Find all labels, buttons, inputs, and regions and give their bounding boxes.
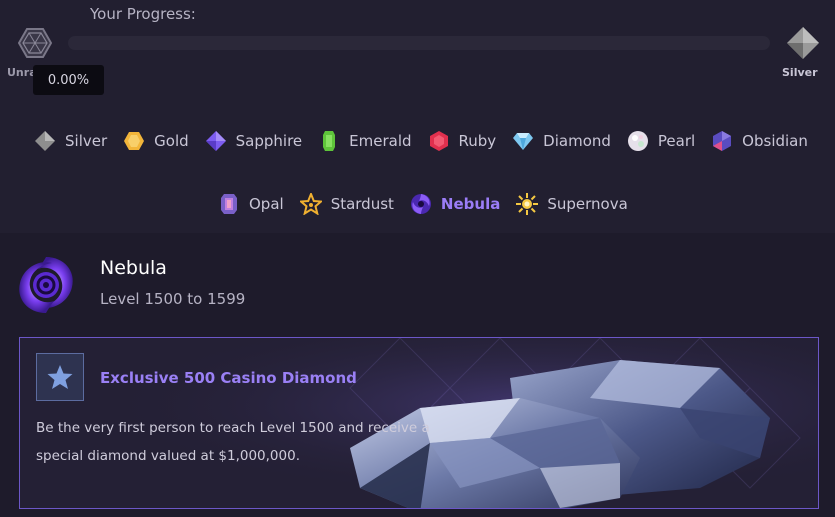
- tier-emerald[interactable]: Emerald: [318, 130, 412, 152]
- emerald-gem-icon: [318, 130, 340, 152]
- tier-supernova[interactable]: Supernova: [516, 193, 628, 215]
- tier-silver[interactable]: Silver: [34, 130, 107, 152]
- progress-tooltip: 0.00%: [33, 65, 104, 95]
- tier-label: Ruby: [458, 132, 497, 150]
- tier-diamond[interactable]: Diamond: [512, 130, 611, 152]
- tier-list-row-1: Silver Gold Sapphire Emerald Ruby Diamond Pear…: [34, 130, 824, 152]
- obsidian-gem-icon: [711, 130, 733, 152]
- tier-label: Gold: [154, 132, 189, 150]
- tier-sapphire[interactable]: Sapphire: [205, 130, 303, 152]
- tier-pearl[interactable]: Pearl: [627, 130, 695, 152]
- tier-label: Supernova: [547, 195, 628, 213]
- gold-hexagon-icon: [123, 130, 145, 152]
- tier-label: Emerald: [349, 132, 412, 150]
- level-title: Nebula: [100, 257, 167, 279]
- nebula-swirl-icon: [14, 253, 78, 317]
- diamond-icon: [512, 130, 534, 152]
- tier-label: Silver: [65, 132, 108, 150]
- reward-description: Be the very first person to reach Level …: [36, 420, 430, 464]
- nebula-swirl-icon: [410, 193, 432, 215]
- tier-label: Diamond: [543, 132, 611, 150]
- reward-title: Exclusive 500 Casino Diamond: [100, 369, 357, 387]
- tier-opal[interactable]: Opal: [218, 193, 284, 215]
- reward-card: Exclusive 500 Casino Diamond Be the very…: [19, 337, 819, 509]
- tier-ruby[interactable]: Ruby: [428, 130, 497, 152]
- tier-label: Nebula: [440, 195, 501, 213]
- tier-label: Opal: [249, 195, 284, 213]
- stardust-star-icon: [299, 193, 322, 215]
- unranked-icon: [17, 26, 53, 64]
- tier-label: Pearl: [657, 132, 696, 150]
- tier-nebula[interactable]: Nebula: [410, 193, 500, 215]
- next-rank-label: Silver: [782, 66, 818, 79]
- progress-label: Your Progress:: [90, 5, 196, 23]
- tier-stardust[interactable]: Stardust: [299, 193, 394, 215]
- silver-diamond-icon: [34, 130, 56, 152]
- ruby-gem-icon: [428, 130, 450, 152]
- opal-gem-icon: [218, 193, 240, 215]
- tier-label: Stardust: [330, 195, 394, 213]
- tier-list-row-2: Opal Stardust Nebula Supernova: [218, 193, 644, 215]
- level-range: Level 1500 to 1599: [100, 290, 246, 308]
- progress-bar: [68, 36, 770, 50]
- tier-gold[interactable]: Gold: [123, 130, 189, 152]
- star-badge-icon: [36, 353, 84, 401]
- tier-label: Obsidian: [742, 132, 808, 150]
- sapphire-gem-icon: [205, 130, 227, 152]
- silver-rank-icon: [786, 26, 820, 64]
- tier-obsidian[interactable]: Obsidian: [711, 130, 808, 152]
- tier-label: Sapphire: [235, 132, 303, 150]
- pearl-icon: [627, 130, 649, 152]
- supernova-sun-icon: [516, 193, 539, 215]
